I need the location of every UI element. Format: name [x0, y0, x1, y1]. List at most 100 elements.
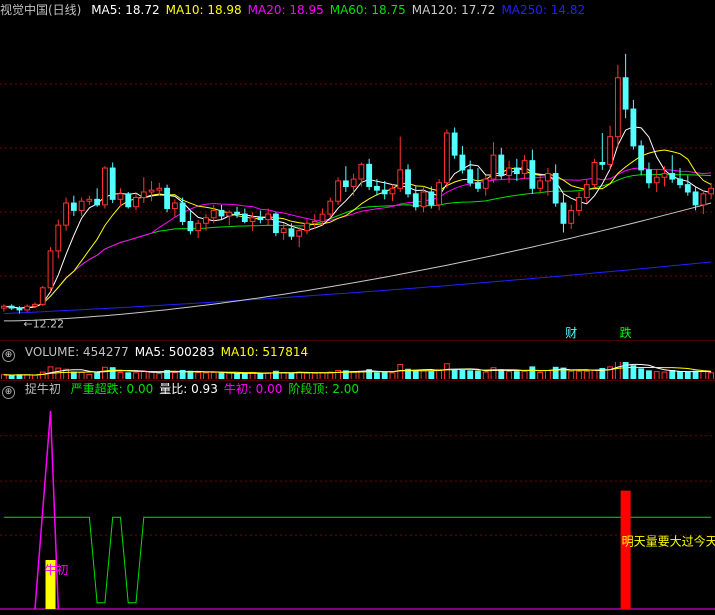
candle-body [125, 193, 132, 208]
candle-body [669, 173, 676, 180]
ma-label-4: MA120: 17.72 [411, 3, 496, 17]
indicator-label-0: 严重超跌: 0.00 [70, 382, 154, 396]
candle-body [94, 198, 101, 206]
candle-body [218, 209, 225, 217]
candle-body [568, 209, 575, 224]
candle-body [272, 213, 279, 234]
candle-body [226, 211, 233, 217]
candle-body [537, 180, 544, 189]
candle-body [397, 169, 404, 189]
candle-body [70, 202, 77, 211]
low-price-label: ←12.22 [23, 318, 64, 331]
candle-body [179, 202, 186, 222]
candle-body [482, 178, 489, 189]
candle-body [521, 160, 528, 175]
candle-body [24, 305, 31, 311]
candle-body [490, 154, 497, 180]
candle-body [358, 163, 365, 180]
ma-label-0: MA5: 18.72 [91, 3, 160, 17]
candle-body [55, 224, 62, 252]
candle-body [148, 189, 155, 193]
price-panel-header: 视觉中国(日线) MA5: 18.72 MA10: 18.98 MA20: 18.9… [0, 0, 715, 20]
panel-menu-icon[interactable]: ⊕ [2, 349, 15, 362]
volume-chart[interactable] [0, 362, 715, 380]
indicator-chart[interactable]: 牛初 明天量要大过今天 [0, 399, 715, 615]
event-flag-label: 财 [565, 326, 577, 340]
candle-body [288, 228, 295, 237]
candle-body [304, 222, 310, 232]
candle-body [366, 163, 373, 187]
candle-body [443, 132, 450, 184]
security-title: 视觉中国(日线) [0, 3, 82, 17]
candle-body [241, 213, 248, 222]
volume-label-1: MA5: 500283 [134, 345, 215, 359]
volume-label-2: MA10: 517814 [220, 345, 309, 359]
candle-body [405, 169, 411, 195]
candle-body [280, 228, 287, 234]
candle-body [692, 191, 699, 206]
candle-body [498, 154, 505, 176]
candle-body [576, 197, 582, 211]
ma-label-1: MA10: 18.98 [165, 3, 242, 17]
candle-body [171, 202, 178, 210]
candle-body [708, 187, 715, 195]
candle-body [583, 184, 590, 199]
candle-body [0, 305, 7, 309]
indicator-label-3: 阶段顶: 2.00 [288, 382, 359, 396]
candle-body [412, 193, 419, 208]
candle-body [335, 180, 341, 202]
candle-body [451, 132, 458, 156]
candle-body [63, 202, 69, 226]
candle-body [350, 178, 357, 187]
event-flag-label: 跌 [620, 325, 632, 340]
candle-body [374, 185, 380, 191]
candle-body [257, 217, 264, 221]
candle-body [622, 77, 629, 110]
candle-body [311, 220, 318, 224]
candle-body [436, 182, 443, 206]
candle-body [607, 136, 613, 165]
ma-label-5: MA250: 14.82 [501, 3, 586, 17]
candle-body [164, 187, 171, 210]
price-chart[interactable]: ←12.22 财 跌 [0, 20, 715, 340]
volume-bar [397, 364, 404, 380]
volume-note-annotation: 明天量要大过今天 [622, 534, 715, 549]
panel-menu-icon[interactable]: ⊕ [2, 386, 15, 399]
candle-body [296, 230, 303, 237]
ma-label-2: MA20: 18.95 [247, 3, 324, 17]
candle-body [420, 191, 427, 208]
candle-body [428, 191, 435, 206]
candle-body [156, 187, 163, 191]
candle-body [638, 145, 645, 171]
candle-body [677, 178, 683, 186]
candle-body [513, 167, 520, 175]
candle-body [459, 154, 466, 171]
candle-body [599, 161, 606, 165]
volume-bar [443, 363, 450, 380]
candle-body [117, 193, 124, 200]
candle-body [630, 108, 637, 147]
candle-body [552, 173, 559, 204]
candle-body [467, 169, 474, 184]
candle-body [506, 167, 512, 176]
candle-body [234, 211, 240, 215]
volume-bar [614, 362, 621, 380]
stage-top-line [3, 516, 712, 604]
indicator-label-1: 量比: 0.93 [159, 382, 218, 396]
candle-body [591, 161, 598, 186]
candle-body [560, 202, 567, 224]
candle-body [700, 193, 707, 206]
candle-body [140, 191, 147, 199]
candle-body [646, 169, 652, 184]
volume-signal-bar [620, 490, 631, 609]
candle-body [529, 160, 536, 189]
candle-body [16, 307, 23, 311]
ma5-line [3, 126, 712, 309]
candle-body [78, 200, 85, 211]
ma250-line [3, 261, 712, 315]
candle-body [319, 213, 326, 222]
candle-body [381, 189, 388, 195]
volume-label-0: VOLUME: 454277 [24, 345, 129, 359]
candle-body [203, 217, 209, 224]
indicator-panel-header: ⊕ 捉牛初 严重超跌: 0.00 量比: 0.93 牛初: 0.00 阶段顶: 2.0… [0, 379, 715, 399]
